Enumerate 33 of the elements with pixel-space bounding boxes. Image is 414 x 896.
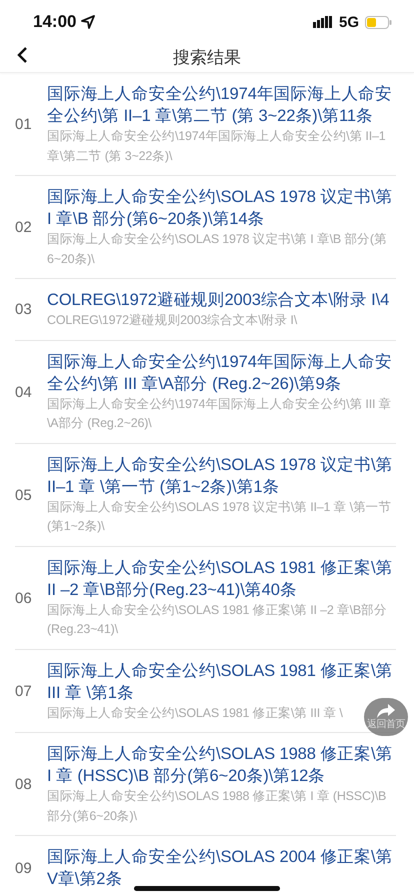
battery-icon — [365, 16, 392, 28]
network-label: 5G — [338, 14, 359, 30]
result-path: 国际海上人命安全公约\SOLAS 1988 修正案\第 I 章 (HSSC)\B 部分(第6~20条)\ — [47, 789, 386, 822]
result-number: 01 — [15, 116, 33, 133]
result-number: 05 — [15, 486, 33, 504]
result-title-link[interactable]: 国际海上人命安全公约\1974年国际海上人命安全公约\第 II–1 章\第二节 (第 3~22条)\第11条 — [47, 83, 396, 127]
result-number: 02 — [15, 219, 33, 236]
result-path: 国际海上人命安全公约\SOLAS 1978 议定书\第 II–1 章 \第一节 (第1~2条)\ — [47, 500, 392, 533]
result-path: 国际海上人命安全公约\1974年国际海上人命安全公约\第 II–1 章\第二节 (第 3~22条)\ — [47, 129, 386, 162]
result-number: 03 — [15, 301, 33, 318]
result-title-link[interactable]: 国际海上人命安全公约\1974年国际海上人命安全公约\第 III 章\A部分 (Reg.2~26)\第9条 — [47, 350, 396, 394]
result-number: 08 — [15, 776, 33, 793]
result-path: 国际海上人命安全公约\1974年国际海上人命安全公约\第 III 章\A部分 (Reg.2~26)\ — [47, 396, 392, 430]
result-title-link[interactable]: 国际海上人命安全公约\SOLAS 1978 议定书\第 I 章\B 部分(第6~20条)\第14条 — [47, 186, 396, 230]
result-number: 07 — [15, 682, 33, 700]
signal-icon — [312, 16, 333, 28]
chevron-left-icon — [16, 46, 28, 64]
result-path: COLREG\1972避碰规则2003综合文本\附录 I\ — [47, 313, 297, 327]
result-title-link[interactable]: 国际海上人命安全公约\SOLAS 1978 议定书\第 II–1 章 \第一节 (第1~2条)\第1条 — [47, 454, 396, 498]
page-title: 搜索结果 — [173, 46, 241, 68]
result-number: 09 — [15, 860, 33, 876]
result-title-link[interactable]: 国际海上人命安全公约\SOLAS 2004 修正案\第 V章\第2条 — [47, 846, 396, 890]
location-arrow-icon — [81, 15, 96, 29]
result-path: 国际海上人命安全公约\SOLAS 1981 修正案\第 II –2 章\B部分(Reg.23~41)\ — [47, 602, 387, 636]
result-path: 国际海上人命安全公约\SOLAS 1981 修正案\第 III 章 \ — [47, 706, 343, 720]
share-arrow-icon — [377, 704, 395, 718]
clock-time: 14:00 — [33, 12, 76, 32]
result-title-link[interactable]: COLREG\1972避碰规则2003综合文本\附录 I\4 — [47, 289, 396, 311]
result-title-link[interactable]: 国际海上人命安全公约\SOLAS 1988 修正案\第 I 章 (HSSC)\B 部分(第6~20条)\第12条 — [47, 743, 396, 787]
result-number: 04 — [15, 384, 33, 400]
result-number: 06 — [15, 590, 33, 606]
result-title-link[interactable]: 国际海上人命安全公约\SOLAS 1981 修正案\第 II –2 章\B部分(Reg.23~41)\第40条 — [47, 556, 396, 600]
result-path: 国际海上人命安全公约\SOLAS 1978 议定书\第 I 章\B 部分(第6~20条)\ — [47, 232, 387, 266]
